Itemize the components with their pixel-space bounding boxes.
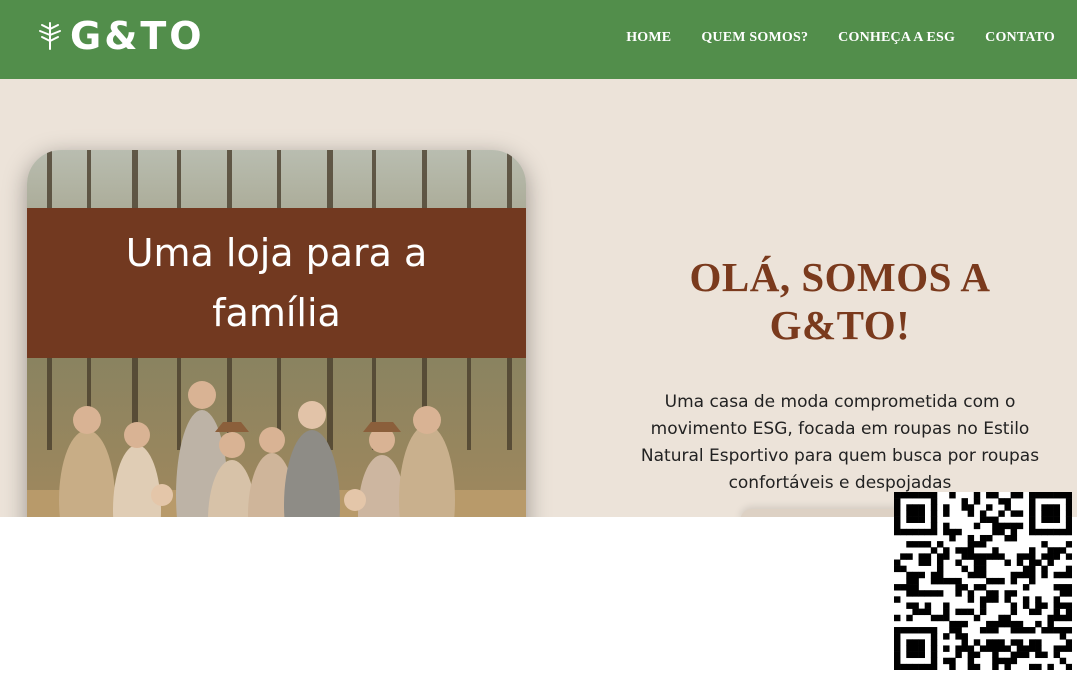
nav-contato[interactable]: CONTATO (985, 30, 1055, 46)
brand-name: G&TO (70, 14, 205, 58)
cta-button[interactable] (740, 509, 910, 517)
family-photo-card: Uma loja para a família (27, 150, 526, 517)
nav-home[interactable]: HOME (626, 30, 671, 46)
brand-logo[interactable]: G&TO (36, 16, 205, 56)
banner-text: Uma loja para a família (125, 231, 428, 335)
hero-section: Uma loja para a família OLÁ, SOMOS A G&T… (0, 79, 1077, 517)
qr-code-icon (894, 492, 1073, 671)
intro-block: OLÁ, SOMOS A G&TO! Uma casa de moda comp… (620, 253, 1060, 497)
hero-headline: OLÁ, SOMOS A G&TO! (689, 254, 991, 348)
nav-quem-somos[interactable]: QUEM SOMOS? (701, 30, 808, 46)
family-banner: Uma loja para a família (27, 208, 526, 358)
leaf-sprig-icon (39, 22, 61, 50)
site-header: G&TO HOME QUEM SOMOS? CONHEÇA A ESG CONT… (0, 0, 1077, 79)
hero-description: Uma casa de moda comprometida com o movi… (640, 392, 1040, 493)
nav-conheca-esg[interactable]: CONHEÇA A ESG (838, 30, 955, 46)
main-nav: HOME QUEM SOMOS? CONHEÇA A ESG CONTATO (626, 30, 1055, 46)
